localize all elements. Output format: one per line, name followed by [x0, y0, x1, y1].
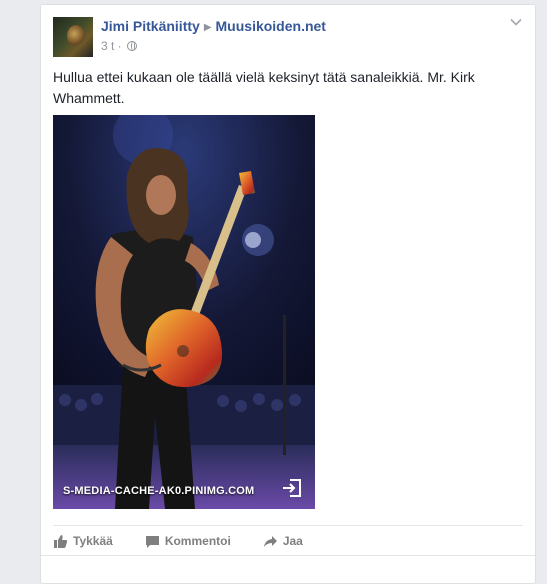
post-text: Hullua ettei kukaan ole täällä vielä kek…: [53, 69, 475, 106]
share-label: Jaa: [282, 534, 303, 548]
open-link-icon[interactable]: [281, 477, 303, 499]
share-button[interactable]: Jaa: [263, 530, 303, 552]
post-meta: 3 t ·: [101, 38, 138, 54]
footer-divider: [41, 555, 535, 556]
post-header: Jimi Pitkäniitty ▶ Muusikoiden.net: [101, 17, 505, 37]
comment-label: Kommentoi: [164, 534, 231, 548]
post-image[interactable]: S-MEDIA-CACHE-AK0.PINIMG.COM: [53, 115, 315, 509]
avatar-photo: [67, 25, 85, 47]
share-arrow-icon: [263, 535, 277, 547]
guitarist-photo: [53, 115, 315, 509]
comment-icon: [145, 535, 159, 548]
comment-button[interactable]: Kommentoi: [145, 530, 231, 552]
like-label: Tykkää: [73, 534, 113, 548]
group-name-link[interactable]: Muusikoiden.net: [216, 18, 326, 34]
author-name-link[interactable]: Jimi Pitkäniitty: [101, 18, 200, 34]
chevron-down-icon[interactable]: [509, 15, 523, 29]
feed-post-card: Jimi Pitkäniitty ▶ Muusikoiden.net 3 t · H…: [40, 4, 536, 584]
post-actions-bar: Tykkää Kommentoi Jaa: [53, 530, 303, 552]
post-timestamp[interactable]: 3 t: [101, 39, 114, 53]
actions-divider: [53, 525, 523, 526]
author-avatar[interactable]: [53, 17, 93, 57]
thumbs-up-icon: [54, 534, 68, 548]
like-button[interactable]: Tykkää: [53, 530, 113, 552]
globe-icon: [127, 41, 138, 51]
triangle-right-icon: ▶: [203, 22, 212, 33]
image-source-label[interactable]: S-MEDIA-CACHE-AK0.PINIMG.COM: [63, 485, 254, 497]
